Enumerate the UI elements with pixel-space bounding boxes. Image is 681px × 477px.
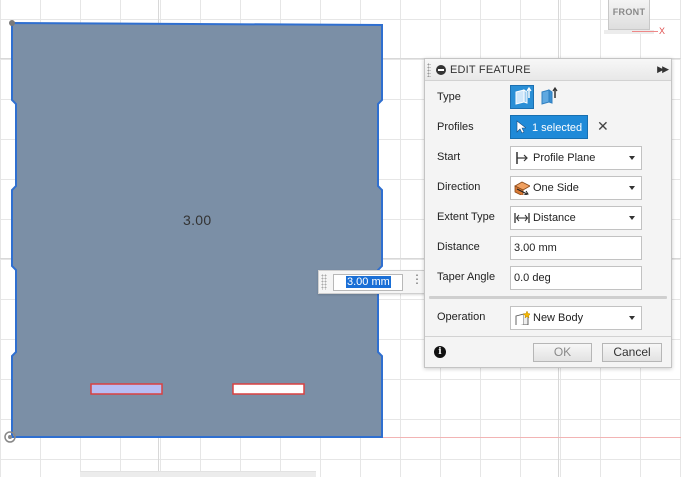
- panel-header[interactable]: EDIT FEATURE ▶▶: [425, 59, 671, 81]
- horizontal-scrollbar[interactable]: [80, 471, 316, 477]
- taper-angle-value: 0.0 deg: [514, 272, 551, 284]
- panel-drag-handle-icon[interactable]: [427, 63, 431, 77]
- profiles-label: Profiles: [437, 121, 474, 133]
- distance-label: Distance: [437, 241, 480, 253]
- operation-label: Operation: [437, 311, 486, 323]
- profiles-row: Profiles 1 selected ✕: [425, 113, 671, 143]
- start-label: Start: [437, 151, 461, 163]
- chevron-down-icon: [629, 156, 635, 160]
- chevron-down-icon: [629, 186, 635, 190]
- slot-right: [232, 383, 305, 395]
- expand-panel-icon[interactable]: ▶▶: [657, 64, 669, 75]
- extrude-dimension-label: 3.00: [183, 212, 212, 228]
- more-options-icon[interactable]: ⋮: [411, 273, 423, 291]
- distance-input[interactable]: 3.00 mm: [510, 236, 642, 260]
- operation-dropdown[interactable]: New Body: [510, 306, 642, 330]
- chevron-down-icon: [629, 216, 635, 220]
- solid-body-icon: [515, 86, 532, 105]
- slot-left: [90, 383, 163, 395]
- direction-dropdown[interactable]: One Side: [510, 176, 642, 200]
- taper-angle-row: Taper Angle 0.0 deg: [425, 263, 671, 293]
- ok-button[interactable]: OK: [533, 343, 592, 362]
- taper-angle-label: Taper Angle: [437, 271, 496, 283]
- start-row: Start Profile Plane: [425, 143, 671, 173]
- distance-row: Distance 3.00 mm: [425, 233, 671, 263]
- selected-input-text: 3.00 mm: [346, 276, 391, 288]
- edit-feature-panel: EDIT FEATURE ▶▶ Type Profiles 1 selected…: [424, 58, 672, 368]
- extruded-profile-face: [11, 21, 383, 438]
- profiles-selected-count: 1 selected: [532, 122, 583, 134]
- cancel-button[interactable]: Cancel: [602, 343, 662, 362]
- start-dropdown[interactable]: Profile Plane: [510, 146, 642, 170]
- type-solid-button[interactable]: [510, 85, 534, 109]
- distance-value: 3.00 mm: [514, 242, 557, 254]
- taper-angle-input[interactable]: 0.0 deg: [510, 266, 642, 290]
- origin-point-icon: [9, 20, 15, 26]
- direction-label: Direction: [437, 181, 481, 193]
- extent-type-dropdown[interactable]: Distance: [510, 206, 642, 230]
- type-surface-button[interactable]: [537, 85, 561, 109]
- panel-title: EDIT FEATURE: [450, 64, 531, 76]
- surface-body-icon: [541, 86, 558, 105]
- select-cursor-icon: [516, 120, 526, 134]
- new-body-icon: [515, 311, 530, 325]
- direction-row: Direction One Side: [425, 173, 671, 203]
- view-cube-front[interactable]: FRONT: [608, 0, 650, 30]
- profiles-selection-button[interactable]: 1 selected: [510, 115, 588, 139]
- collapse-icon[interactable]: [436, 65, 446, 75]
- distance-quick-input[interactable]: 3.00 mm: [333, 274, 403, 291]
- profile-plane-icon: [516, 152, 528, 164]
- distance-icon: [514, 213, 530, 223]
- drag-handle-icon[interactable]: [321, 274, 327, 290]
- chevron-down-icon: [629, 316, 635, 320]
- panel-footer: i OK Cancel: [425, 336, 671, 368]
- one-side-icon: [514, 181, 530, 195]
- info-icon[interactable]: i: [434, 346, 446, 358]
- view-cube-x-axis: [632, 31, 658, 32]
- type-row: Type: [425, 83, 671, 113]
- direction-value: One Side: [533, 182, 579, 194]
- operation-row: Operation New Body: [425, 303, 671, 333]
- x-axis-label: X: [659, 26, 666, 36]
- type-label: Type: [437, 91, 461, 103]
- operation-value: New Body: [533, 312, 584, 324]
- floating-dimension-input: 3.00 mm ⋮: [318, 270, 428, 294]
- extent-type-value: Distance: [533, 212, 576, 224]
- start-value: Profile Plane: [533, 152, 596, 164]
- panel-divider: [429, 296, 667, 299]
- extent-type-label: Extent Type: [437, 211, 495, 223]
- extent-type-row: Extent Type Distance: [425, 203, 671, 233]
- clear-selection-icon[interactable]: ✕: [597, 118, 609, 135]
